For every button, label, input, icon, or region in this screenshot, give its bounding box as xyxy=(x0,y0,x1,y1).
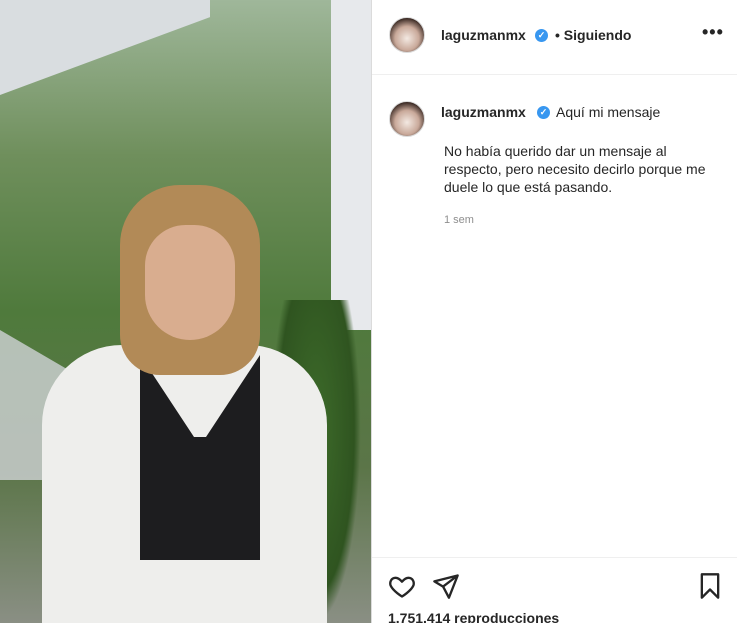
post-time[interactable]: 1 sem xyxy=(444,214,474,226)
action-bar: 1.751.414 reproducciones xyxy=(372,557,737,623)
caption-title: Aquí mi mensaje xyxy=(556,104,661,120)
caption-username[interactable]: laguzmanmx xyxy=(441,104,526,120)
wall-shape xyxy=(331,0,371,330)
heart-icon[interactable] xyxy=(388,572,416,600)
post-side-panel: laguzmanmx ✓ • Siguiendo ••• laguzmanmx … xyxy=(372,0,737,623)
send-icon[interactable] xyxy=(432,572,460,600)
roof-shape xyxy=(0,0,210,95)
more-options-icon[interactable]: ••• xyxy=(702,22,724,43)
avatar[interactable] xyxy=(389,17,425,53)
post-video[interactable] xyxy=(0,0,371,623)
views-count[interactable]: 1.751.414 reproducciones xyxy=(388,610,559,623)
post-header: laguzmanmx ✓ • Siguiendo ••• xyxy=(372,0,737,75)
caption-body: No había querido dar un mensaje al respe… xyxy=(444,143,706,195)
verified-icon: ✓ xyxy=(537,106,550,119)
avatar[interactable] xyxy=(389,101,425,137)
person-face xyxy=(145,225,235,340)
header-username[interactable]: laguzmanmx xyxy=(441,27,526,43)
follow-status[interactable]: • Siguiendo xyxy=(555,27,631,43)
bookmark-icon[interactable] xyxy=(696,572,724,600)
verified-icon: ✓ xyxy=(535,29,548,42)
